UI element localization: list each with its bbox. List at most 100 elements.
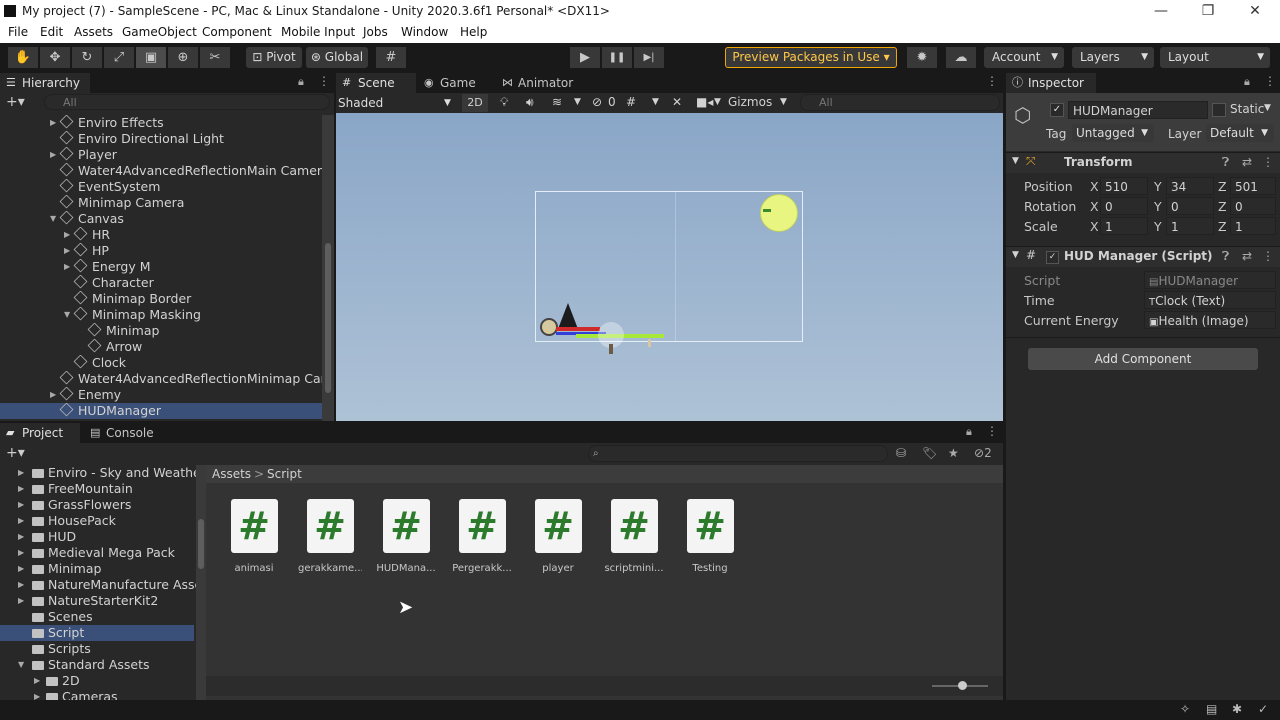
progress-check-icon[interactable]: ✓ xyxy=(1258,702,1268,716)
folder-item[interactable]: ▶ Cameras xyxy=(0,689,196,700)
chevron-down-icon[interactable]: ▼ xyxy=(780,97,787,107)
fold-arrow[interactable]: ▶ xyxy=(34,689,40,700)
rect-tool-icon[interactable]: ▣ xyxy=(136,47,166,68)
hierarchy-item[interactable]: ▶ Enviro Effects xyxy=(0,115,322,131)
pivot-toggle[interactable]: ⊡ Pivot xyxy=(246,47,302,68)
script-asset[interactable]: # animasi xyxy=(222,499,286,574)
preset-icon[interactable]: ⇄ xyxy=(1242,249,1252,263)
tab-console[interactable]: ▤ Console xyxy=(84,423,168,443)
folder-item[interactable]: ▶ FreeMountain xyxy=(0,481,196,497)
fold-arrow[interactable]: ▶ xyxy=(18,465,24,481)
menu-assets[interactable]: Assets xyxy=(74,25,113,39)
fold-arrow[interactable]: ▶ xyxy=(50,147,56,163)
transform-header[interactable]: ▼ ⤧ Transform ❓︎ ⇄ ⋮ xyxy=(1006,152,1280,173)
filter-by-type-icon[interactable]: ⛁ xyxy=(896,446,906,460)
position-x-field[interactable]: 510 xyxy=(1100,177,1148,195)
hand-tool-icon[interactable]: ✋ xyxy=(8,47,38,68)
hidden-packages-icon[interactable]: ⊘2 xyxy=(974,446,992,460)
scale-z-field[interactable]: 1 xyxy=(1230,217,1276,235)
scale-y-field[interactable]: 1 xyxy=(1166,217,1214,235)
kebab-menu-icon[interactable]: ⋮ xyxy=(318,74,330,88)
rotation-y-field[interactable]: 0 xyxy=(1166,197,1214,215)
tools-icon[interactable]: ✕ xyxy=(672,95,682,109)
camera-icon[interactable]: ■◂ xyxy=(696,95,713,109)
folder-item[interactable]: Scenes xyxy=(0,609,196,625)
gizmos-dropdown[interactable]: Gizmos xyxy=(728,95,772,109)
custom-tool-icon[interactable]: ✂ xyxy=(200,47,230,68)
2d-toggle[interactable]: 2D xyxy=(462,94,488,112)
hierarchy-item[interactable]: ▼ Minimap Masking xyxy=(0,307,322,323)
folder-item-selected[interactable]: Script xyxy=(0,625,194,641)
hierarchy-item[interactable]: ▶ Energy M xyxy=(0,259,322,275)
fold-arrow[interactable]: ▶ xyxy=(34,673,40,689)
folder-item[interactable]: ▶ NatureStarterKit2 xyxy=(0,593,196,609)
pause-button[interactable]: ❚❚ xyxy=(602,47,632,68)
hierarchy-item[interactable]: EventSystem xyxy=(0,179,322,195)
tab-project[interactable]: ▰ Project xyxy=(0,423,80,443)
rotate-tool-icon[interactable]: ↻ xyxy=(72,47,102,68)
folder-item[interactable]: ▶ NatureManufacture Asse xyxy=(0,577,196,593)
position-z-field[interactable]: 501 xyxy=(1230,177,1276,195)
step-button[interactable]: ▶| xyxy=(634,47,664,68)
preview-packages-button[interactable]: Preview Packages in Use ▾ xyxy=(725,47,897,68)
tab-hierarchy[interactable]: ☰ Hierarchy xyxy=(0,73,90,93)
kebab-menu-icon[interactable]: ⋮ xyxy=(1262,249,1274,263)
chevron-down-icon[interactable]: ▼ xyxy=(574,97,581,107)
hierarchy-search-input[interactable]: All xyxy=(44,94,330,110)
tab-animator[interactable]: ⋈ Animator xyxy=(496,73,588,93)
folder-item[interactable]: ▶ Medieval Mega Pack xyxy=(0,545,196,561)
scene-viewport[interactable] xyxy=(336,113,1003,421)
help-icon[interactable]: ❓︎ xyxy=(1222,155,1229,170)
global-toggle[interactable]: ⊛ Global xyxy=(306,47,368,68)
active-checkbox[interactable]: ✓ xyxy=(1050,103,1064,117)
folder-item[interactable]: ▶ GrassFlowers xyxy=(0,497,196,513)
hierarchy-item[interactable]: ▶ Enemy xyxy=(0,387,322,403)
fold-arrow[interactable]: ▼ xyxy=(18,657,24,673)
project-search-input[interactable]: ⌕ xyxy=(588,445,888,462)
fold-arrow[interactable]: ▶ xyxy=(18,593,24,609)
scale-tool-icon[interactable]: ⤢ xyxy=(104,47,134,68)
folder-item[interactable]: ▶ Minimap xyxy=(0,561,196,577)
hierarchy-item[interactable]: ▶ Player xyxy=(0,147,322,163)
fold-arrow[interactable]: ▶ xyxy=(50,387,56,403)
folder-item[interactable]: ▶ 2D xyxy=(0,673,196,689)
fold-arrow[interactable]: ▶ xyxy=(64,227,70,243)
scale-x-field[interactable]: 1 xyxy=(1100,217,1148,235)
add-icon[interactable]: +▾ xyxy=(6,445,25,461)
hierarchy-scrollbar[interactable] xyxy=(322,115,334,421)
script-asset[interactable]: # gerakkame... xyxy=(298,499,362,574)
filter-by-label-icon[interactable]: 🏷︎ xyxy=(922,446,937,460)
folder-item[interactable]: ▶ Enviro - Sky and Weathe xyxy=(0,465,196,481)
cloud-icon[interactable]: ☁ xyxy=(946,47,976,68)
chevron-down-icon[interactable]: ▼ xyxy=(1264,103,1271,113)
folder-item[interactable]: ▶ HousePack xyxy=(0,513,196,529)
layer-dropdown[interactable]: Default ▼ xyxy=(1206,124,1274,142)
move-tool-icon[interactable]: ✥ xyxy=(40,47,70,68)
hierarchy-item[interactable]: Minimap xyxy=(0,323,322,339)
close-button[interactable]: ✕ xyxy=(1232,0,1278,23)
kebab-menu-icon[interactable]: ⋮ xyxy=(986,424,998,438)
script-component-header[interactable]: ▼ # ✓ HUD Manager (Script) ❓︎ ⇄ ⋮ xyxy=(1006,246,1280,267)
menu-mobile-input[interactable]: Mobile Input xyxy=(281,25,355,39)
script-asset[interactable]: # Pergerakk... xyxy=(450,499,514,574)
tab-inspector[interactable]: ⓘ Inspector xyxy=(1006,73,1096,93)
object-name-field[interactable]: HUDManager xyxy=(1068,101,1208,119)
hierarchy-item[interactable]: ▶ HR xyxy=(0,227,322,243)
kebab-menu-icon[interactable]: ⋮ xyxy=(1262,155,1274,169)
tag-dropdown[interactable]: Untagged ▼ xyxy=(1072,124,1154,142)
shading-mode-dropdown[interactable]: Shaded ▼ xyxy=(338,94,456,112)
breadcrumb-assets[interactable]: Assets xyxy=(212,467,251,481)
menu-gameobject[interactable]: GameObject xyxy=(122,25,197,39)
static-checkbox[interactable] xyxy=(1212,103,1226,117)
menu-jobs[interactable]: Jobs xyxy=(363,25,388,39)
menu-component[interactable]: Component xyxy=(202,25,272,39)
tab-game[interactable]: ◉ Game xyxy=(418,73,498,93)
fold-arrow[interactable]: ▶ xyxy=(18,529,24,545)
fold-arrow[interactable]: ▶ xyxy=(18,513,24,529)
lock-icon[interactable]: 🔒︎ xyxy=(298,75,304,89)
hierarchy-item[interactable]: Minimap Camera xyxy=(0,195,322,211)
audio-icon[interactable]: 🔊︎ xyxy=(526,95,534,110)
hierarchy-item-selected[interactable]: HUDManager xyxy=(0,403,322,419)
hierarchy-item[interactable]: ▼ Canvas xyxy=(0,211,322,227)
cache-server-icon[interactable]: ▤ xyxy=(1206,702,1217,716)
